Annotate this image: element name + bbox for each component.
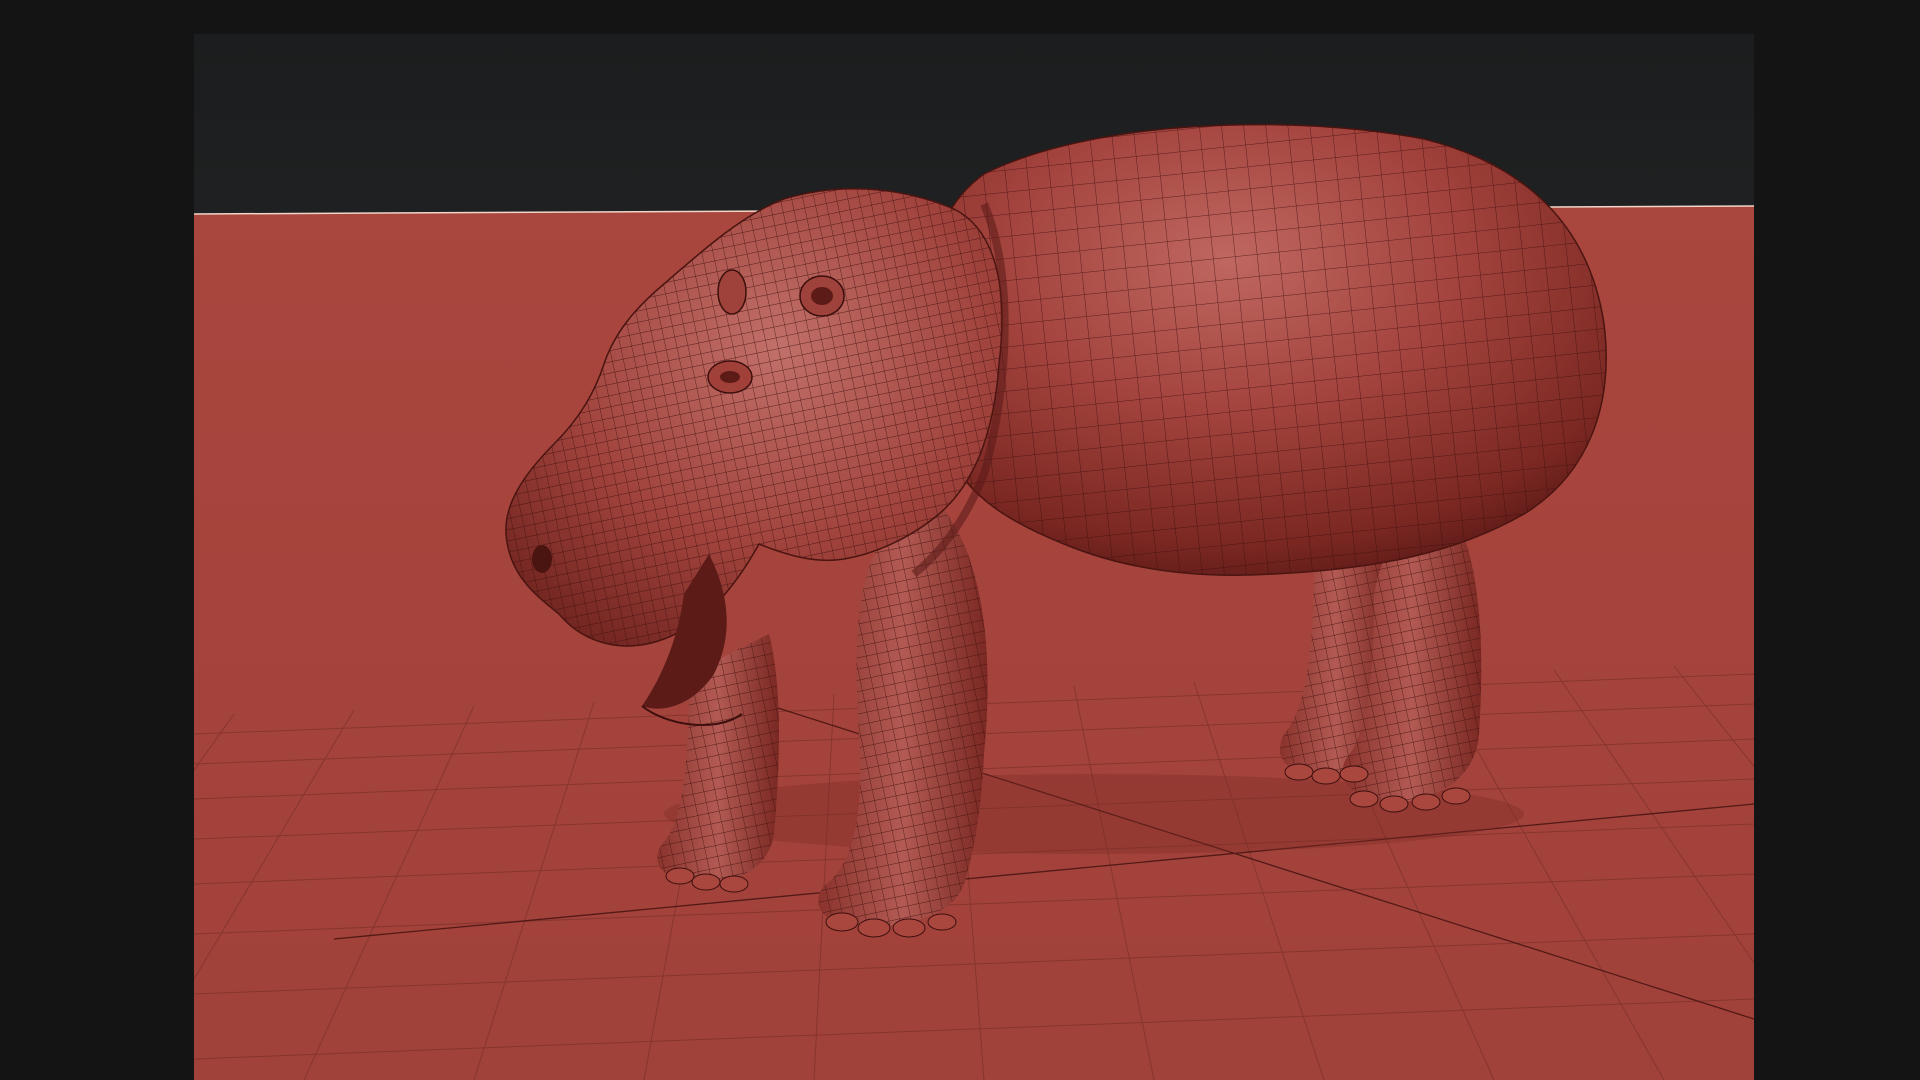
3d-viewport[interactable] xyxy=(194,34,1754,1080)
ear-far xyxy=(717,269,747,315)
nostril xyxy=(532,545,552,573)
viewport-canvas[interactable] xyxy=(194,34,1754,1080)
app-frame xyxy=(0,0,1920,1080)
